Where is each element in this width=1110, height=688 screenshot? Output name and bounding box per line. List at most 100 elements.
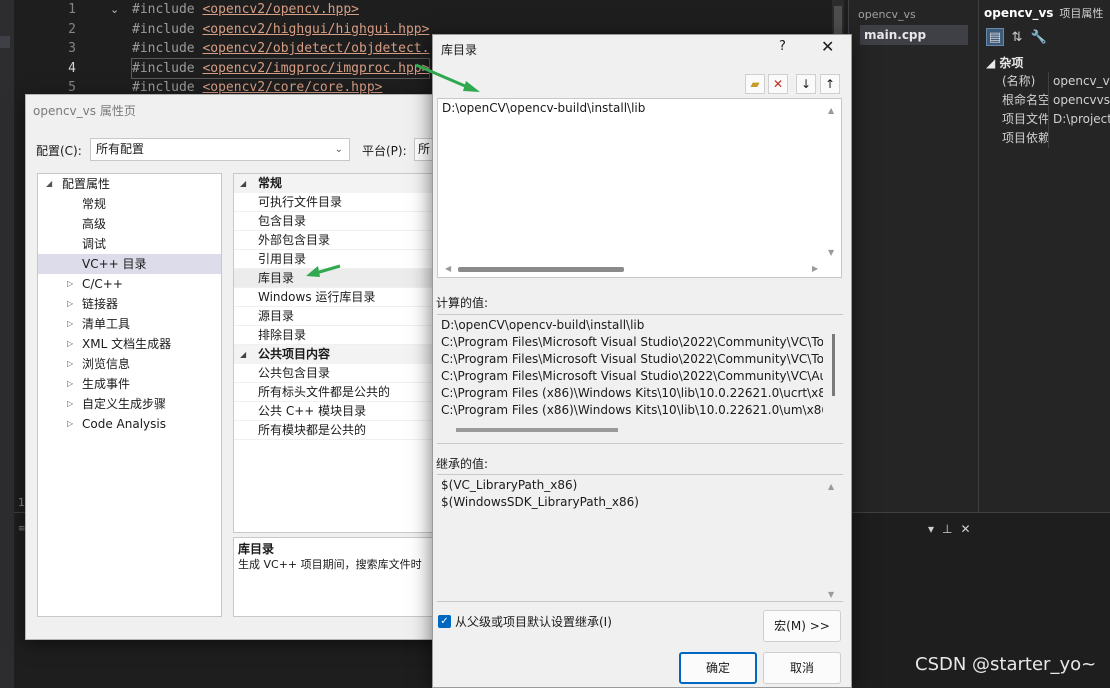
scroll-up-icon[interactable]: ▲	[828, 106, 834, 115]
horizontal-scroll-thumb[interactable]	[458, 267, 624, 272]
include-path[interactable]: <opencv2/objdetect/objdetect.	[202, 41, 429, 56]
tree-item-general[interactable]: 常规	[38, 194, 221, 214]
grid-category-public[interactable]: ◢ 公共项目内容	[234, 345, 432, 364]
expand-triangle-icon[interactable]: ▷	[67, 294, 73, 314]
grid-row[interactable]: 所有模块都是公共的	[234, 421, 432, 440]
pin-icon[interactable]: ⊥	[942, 522, 952, 536]
directory-entry[interactable]: D:\openCV\opencv-build\install\lib	[442, 101, 645, 115]
macro-button[interactable]: 宏(M) >>	[763, 610, 841, 642]
property-key: (名称)	[1002, 74, 1036, 88]
property-key: 项目文件	[1002, 112, 1048, 126]
expand-triangle-icon[interactable]: ▷	[67, 374, 73, 394]
expand-triangle-icon[interactable]: ▷	[67, 354, 73, 374]
computed-hscroll-thumb[interactable]	[456, 428, 618, 432]
solution-tab[interactable]: opencv_vs	[858, 8, 916, 21]
include-path[interactable]: <opencv2/core/core.hpp>	[202, 80, 382, 95]
collapse-triangle-icon[interactable]: ◢	[240, 174, 246, 193]
tree-item-manifest-tool[interactable]: ▷ 清单工具	[38, 314, 221, 334]
close-icon[interactable]: ✕	[960, 522, 970, 536]
directory-list[interactable]	[437, 98, 842, 278]
expand-triangle-icon[interactable]: ▷	[67, 334, 73, 354]
tree-item-linker[interactable]: ▷ 链接器	[38, 294, 221, 314]
delete-button[interactable]: ✕	[768, 74, 788, 94]
grid-row[interactable]: 排除目录	[234, 326, 432, 345]
expand-triangle-icon[interactable]: ▷	[67, 394, 73, 414]
expand-triangle-icon[interactable]: ▷	[67, 314, 73, 334]
wrench-icon[interactable]: 🔧	[1030, 29, 1048, 47]
configuration-label: 配置(C):	[36, 144, 82, 158]
tree-item-config-properties[interactable]: ◢ 配置属性	[38, 174, 221, 194]
fold-chevron-icon[interactable]: ⌄	[110, 3, 119, 16]
scroll-up-icon[interactable]: ▲	[828, 482, 834, 491]
help-button[interactable]: ?	[779, 39, 786, 54]
dropdown-icon[interactable]: ▾	[928, 522, 934, 536]
move-up-button[interactable]: ↑	[820, 74, 840, 94]
configuration-select[interactable]: 所有配置 ⌄	[90, 138, 350, 161]
scroll-down-icon[interactable]: ▼	[828, 590, 834, 599]
grid-row[interactable]: Windows 运行库目录	[234, 288, 432, 307]
collapse-triangle-icon[interactable]: ◢	[240, 345, 246, 364]
include-path[interactable]: <opencv2/imgproc/imgproc.hpp>	[202, 61, 429, 76]
computed-value: C:\Program Files\Microsoft Visual Studio…	[441, 369, 823, 383]
new-line-button[interactable]: ▰	[745, 74, 765, 94]
property-pages-title: opencv_vs 属性页	[33, 104, 136, 118]
editor-left-strip	[0, 0, 14, 688]
ok-button[interactable]: 确定	[679, 652, 757, 684]
properties-row[interactable]: (名称) opencv_vs	[980, 72, 1110, 91]
include-directive: #include	[132, 60, 203, 76]
grid-row[interactable]: 包含目录	[234, 212, 432, 231]
property-value[interactable]: opencvvs	[1048, 91, 1110, 110]
properties-category[interactable]: ◢ 杂项	[980, 54, 1110, 72]
grid-row[interactable]: 源目录	[234, 307, 432, 326]
property-value[interactable]	[1048, 129, 1110, 148]
computed-scroll-thumb[interactable]	[832, 334, 835, 396]
inherit-checkbox[interactable]: ✓	[438, 615, 451, 628]
tree-item-custom-build[interactable]: ▷ 自定义生成步骤	[38, 394, 221, 414]
property-value[interactable]: opencv_vs	[1048, 72, 1110, 91]
grid-row[interactable]: 公共包含目录	[234, 364, 432, 383]
computed-value: D:\openCV\opencv-build\install\lib	[441, 318, 645, 332]
tree-item-browse-info[interactable]: ▷ 浏览信息	[38, 354, 221, 374]
grid-row-library-directories[interactable]: 库目录	[234, 269, 432, 288]
grid-row[interactable]: 公共 C++ 模块目录	[234, 402, 432, 421]
inherit-checkbox-label[interactable]: 从父级或项目默认设置继承(I)	[455, 613, 612, 630]
tree-item-advanced[interactable]: 高级	[38, 214, 221, 234]
code-lines[interactable]: #include <opencv2/opencv.hpp> #include <…	[130, 0, 431, 98]
expand-triangle-icon[interactable]: ▷	[67, 414, 73, 434]
properties-panel-title: opencv_vs 项目属性	[984, 4, 1110, 22]
tree-item-debugging[interactable]: 调试	[38, 234, 221, 254]
expand-triangle-icon[interactable]: ◢	[46, 174, 52, 194]
move-down-button[interactable]: ↓	[796, 74, 816, 94]
categorized-icon[interactable]: ▤	[986, 28, 1004, 46]
properties-row[interactable]: 项目依赖	[980, 129, 1110, 148]
grid-row[interactable]: 可执行文件目录	[234, 193, 432, 212]
properties-row[interactable]: 项目文件 D:\project\	[980, 110, 1110, 129]
tree-item-xml-doc[interactable]: ▷ XML 文档生成器	[38, 334, 221, 354]
tree-item-code-analysis[interactable]: ▷ Code Analysis	[38, 414, 221, 434]
tree-item-build-events[interactable]: ▷ 生成事件	[38, 374, 221, 394]
settings-tree: ◢ 配置属性 常规 高级 调试 VC++ 目录 ▷ C/C++ ▷ 链接器 ▷ 清单工具…	[37, 173, 222, 617]
include-path[interactable]: <opencv2/highgui/highgui.hpp>	[202, 22, 429, 37]
dialog-title: 库目录	[441, 43, 478, 57]
tree-item-vc-directories[interactable]: VC++ 目录	[38, 254, 221, 274]
properties-row[interactable]: 根命名空间opencvvs	[980, 91, 1110, 110]
grid-category-general[interactable]: ◢ 常规	[234, 174, 432, 193]
tree-item-c-cpp[interactable]: ▷ C/C++	[38, 274, 221, 294]
output-panel-controls: ▾ ⊥ ✕	[920, 522, 971, 536]
grid-row[interactable]: 外部包含目录	[234, 231, 432, 250]
alphabetical-icon[interactable]: ⇅	[1008, 29, 1026, 47]
code-line: #include <opencv2/highgui/highgui.hpp>	[132, 20, 429, 40]
grid-row[interactable]: 所有标头文件都是公共的	[234, 383, 432, 402]
grid-row[interactable]: 引用目录	[234, 250, 432, 269]
close-button[interactable]: ✕	[821, 37, 834, 56]
scroll-down-icon[interactable]: ▼	[828, 248, 834, 257]
include-path[interactable]: <opencv2/opencv.hpp>	[202, 2, 359, 17]
expand-triangle-icon[interactable]: ▷	[67, 274, 73, 294]
scroll-right-icon[interactable]: ▶	[812, 264, 818, 273]
properties-grid: ◢ 杂项 (名称) opencv_vs 根命名空间opencvvs 项目文件D:\…	[980, 54, 1110, 148]
inherited-values-box	[437, 474, 843, 602]
solution-file-item[interactable]: main.cpp	[860, 25, 968, 45]
scroll-left-icon[interactable]: ◀	[445, 264, 451, 273]
cancel-button[interactable]: 取消	[763, 652, 841, 684]
property-value[interactable]: D:\project\	[1048, 110, 1110, 129]
